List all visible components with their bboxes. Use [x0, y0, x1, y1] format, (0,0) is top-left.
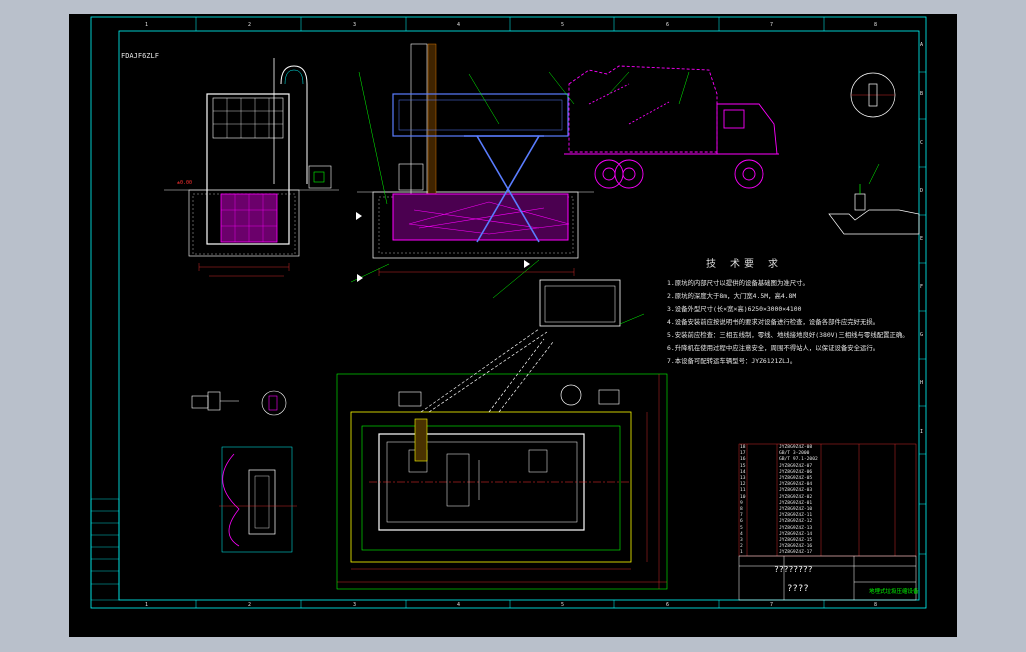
col-marker-7: 7	[770, 22, 774, 28]
parts-row-code: JYZ8G9Z4Z-12	[779, 519, 813, 525]
col-marker-8: 8	[874, 22, 878, 28]
parts-row-code: JYZ8G9Z4Z-16	[779, 544, 813, 550]
detail-circle-b	[261, 390, 287, 416]
parts-row-code: JYZ8G9Z4Z-01	[779, 500, 813, 506]
parts-row-no: 12	[740, 482, 746, 488]
parts-row-no: 13	[740, 476, 746, 481]
title-block-drawing-no: 地埋式垃圾压缩设备	[869, 589, 919, 595]
parts-row-no: 8	[740, 507, 743, 512]
col-marker-2: 2	[248, 22, 252, 28]
col-marker-4-bottom: 4	[457, 602, 461, 608]
svg-text:±0.00: ±0.00	[177, 180, 192, 186]
parts-list-grid	[738, 443, 917, 557]
parts-row-code: GB/T 97.1-2002	[779, 457, 818, 463]
parts-row-code: JYZ8G9Z4Z-14	[779, 531, 813, 537]
col-marker-1: 1	[145, 22, 149, 28]
parts-row-no: 14	[740, 469, 746, 475]
row-marker-i: I	[920, 429, 924, 435]
row-marker-h: H	[920, 380, 924, 386]
row-marker-g: G	[920, 332, 924, 338]
col-marker-6-bottom: 6	[666, 602, 670, 608]
col-marker-3: 3	[353, 22, 357, 28]
parts-row-code: JYZ8G9Z4Z-11	[779, 513, 813, 519]
tech-requirement-5: 5.安装前应检查：三相五线制，零线、地线接地良好(380V)三相线与零线配置正确…	[667, 331, 909, 339]
tech-requirement-3: 3.设备外型尺寸(长×宽×高)6250×3000×4100	[667, 305, 802, 313]
parts-row-no: 7	[740, 513, 743, 519]
row-marker-c: C	[920, 140, 924, 146]
detail-bolt	[828, 184, 920, 235]
motor-detail	[191, 391, 239, 411]
parts-row-no: 5	[740, 525, 743, 531]
side-view	[357, 43, 594, 276]
row-marker-b: B	[920, 91, 924, 97]
parts-row-no: 11	[740, 488, 746, 494]
col-marker-3-bottom: 3	[353, 602, 357, 608]
col-marker-5: 5	[561, 22, 565, 28]
row-marker-e: E	[920, 236, 924, 242]
tech-requirement-1: 1.原坑的内部尺寸以提供的设备基础图为准尺寸。	[667, 279, 809, 287]
parts-row-no: 18	[740, 445, 746, 450]
col-marker-4: 4	[457, 22, 461, 28]
col-marker-8-bottom: 8	[874, 602, 878, 608]
col-marker-5-bottom: 5	[561, 602, 565, 608]
parts-row-no: 4	[740, 531, 743, 537]
parts-row-code: JYZ8G9Z4Z-07	[779, 463, 813, 469]
tech-requirement-6: 6.升降机在使用过程中应注意安全，周围不得站人，以保证设备安全运行。	[667, 344, 880, 352]
title-block-drawing-title: ????????	[774, 565, 813, 574]
tech-requirements-title: 技 术要 求	[706, 259, 783, 270]
parts-row-code: JYZ8G9Z4Z-08	[779, 445, 813, 450]
parts-row-no: 16	[740, 457, 746, 463]
parts-row-no: 1	[740, 550, 743, 556]
row-marker-a: A	[920, 42, 924, 48]
tech-requirement-4: 4.设备安装前应按说明书的要求对设备进行检查，设备各部件应完好无损。	[667, 318, 880, 326]
parts-row-no: 10	[740, 494, 746, 500]
parts-row-no: 3	[740, 538, 743, 543]
plan-view	[336, 279, 668, 590]
row-marker-d: D	[920, 188, 924, 194]
parts-row-code: JYZ8G9Z4Z-06	[779, 469, 813, 475]
parts-row-code: JYZ8G9Z4Z-02	[779, 494, 813, 500]
row-marker-f: F	[920, 284, 924, 290]
title-block-name: ????	[787, 584, 809, 594]
parts-row-no: 15	[740, 463, 746, 469]
parts-row-code: JYZ8G9Z4Z-13	[779, 525, 813, 531]
col-marker-6: 6	[666, 22, 670, 28]
frame-ticks	[195, 17, 926, 608]
section-detail	[219, 446, 297, 553]
tech-requirement-7: 7.本设备可配转运车辆型号：JYZ6121ZLJ。	[667, 357, 797, 365]
front-view: ±0.00	[164, 58, 339, 277]
tech-requirement-2: 2.原坑的深度大于8m，大门宽4.5M，高4.8M	[667, 292, 797, 300]
detail-circle-a	[850, 72, 896, 118]
parts-row-no: 2	[740, 544, 743, 550]
parts-row-code: JYZ8G9Z4Z-15	[779, 538, 813, 543]
parts-row-code: JYZ8G9Z4Z-10	[779, 507, 813, 512]
drawing-canvas: ±0.00 1 2 3 4 5 6 7 8 1 2 3 4 5 6 7 8 A …	[69, 14, 957, 637]
col-marker-1-bottom: 1	[145, 602, 149, 608]
parts-row-code: JYZ8G9Z4Z-05	[779, 476, 813, 481]
parts-row-no: 17	[740, 451, 746, 457]
drawing-code: FDAJF6ZLF	[121, 52, 159, 60]
revision-block	[90, 498, 120, 601]
col-marker-2-bottom: 2	[248, 602, 252, 608]
parts-row-code: JYZ8G9Z4Z-04	[779, 482, 813, 488]
parts-row-code: JYZ8G9Z4Z-17	[779, 550, 813, 556]
parts-row-no: 9	[740, 500, 743, 506]
col-marker-7-bottom: 7	[770, 602, 774, 608]
parts-row-no: 6	[740, 519, 743, 525]
parts-row-code: JYZ8G9Z4Z-03	[779, 488, 813, 494]
parts-row-code: GB/T 3-2000	[779, 451, 810, 457]
transfer-truck	[564, 65, 779, 189]
